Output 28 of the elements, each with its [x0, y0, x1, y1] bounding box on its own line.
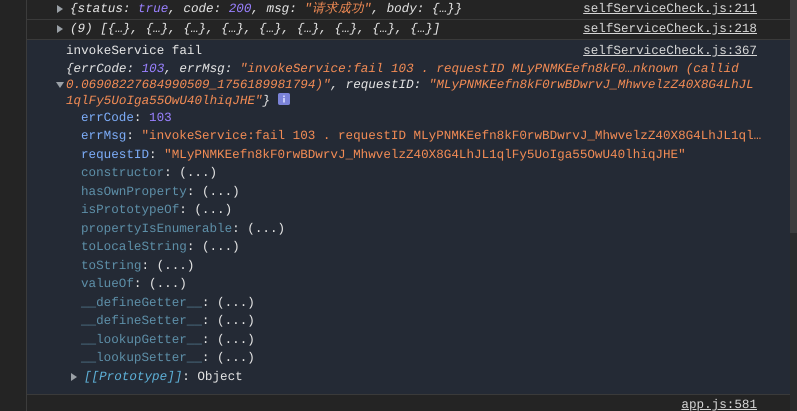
property-row-text: constructor: (...)	[81, 165, 218, 182]
collapse-triangle-icon[interactable]	[56, 80, 64, 89]
info-icon[interactable]	[278, 92, 290, 105]
expand-triangle-icon[interactable]	[56, 5, 64, 14]
object-preview[interactable]: {errCode: 103, errMsg: "invokeService:fail 103 . requestID MLyPNMKEefn8kF0…nknown (callid 0.06908227684990509_1756189981794)", requestID: "MLyPNMKEefn8kF0rwBDwrvJ_MhwvelzZ40X8G4LhJL1qlFy5UoIga55OwU40lhiqJHE"}	[66, 60, 757, 109]
log-text: invokeService fail	[66, 43, 204, 60]
property-row-text: errCode: 103	[81, 110, 173, 127]
expand-triangle-icon[interactable]	[70, 373, 78, 382]
scrollbar-thumb[interactable]	[790, 0, 797, 233]
expand-triangle-icon[interactable]	[56, 25, 64, 34]
property-row-text: propertyIsEnumerable: (...)	[81, 220, 286, 238]
property-row-text: toString: (...)	[81, 258, 196, 275]
prototype-row-text: [[Prototype]]: Object	[84, 368, 243, 386]
property-row-text: __defineSetter__: (...)	[81, 313, 256, 330]
property-row-text: requestID: "MLyPNMKEefn8kF0rwBDwrvJ_MhwvelzZ40X8G4LhJL1qlFy5UoIga55OwU40lhiqJHE"	[81, 146, 687, 164]
source-link[interactable]: selfServiceCheck.js:367	[583, 42, 757, 62]
source-link[interactable]: app.js:581	[681, 398, 757, 411]
object-preview: {status: true, code: 200, msg: "请求成功", body: {…}}	[70, 0, 464, 18]
property-row-text: hasOwnProperty: (...)	[81, 184, 241, 201]
property-row-text: __lookupGetter__: (...)	[81, 332, 256, 349]
property-row-text: toLocaleString: (...)	[81, 239, 241, 256]
property-row-text: valueOf: (...)	[81, 276, 188, 294]
property-row-text: __defineGetter__: (...)	[81, 294, 256, 312]
property-row-text: __lookupSetter__: (...)	[81, 350, 256, 368]
source-link[interactable]: selfServiceCheck.js:211	[583, 0, 757, 19]
property-row-text: isPrototypeOf: (...)	[81, 202, 234, 220]
object-preview: (9) [{…}, {…}, {…}, {…}, {…}, {…}, {…}, {…}, {…}]	[70, 20, 442, 38]
source-link[interactable]: selfServiceCheck.js:218	[583, 20, 757, 39]
